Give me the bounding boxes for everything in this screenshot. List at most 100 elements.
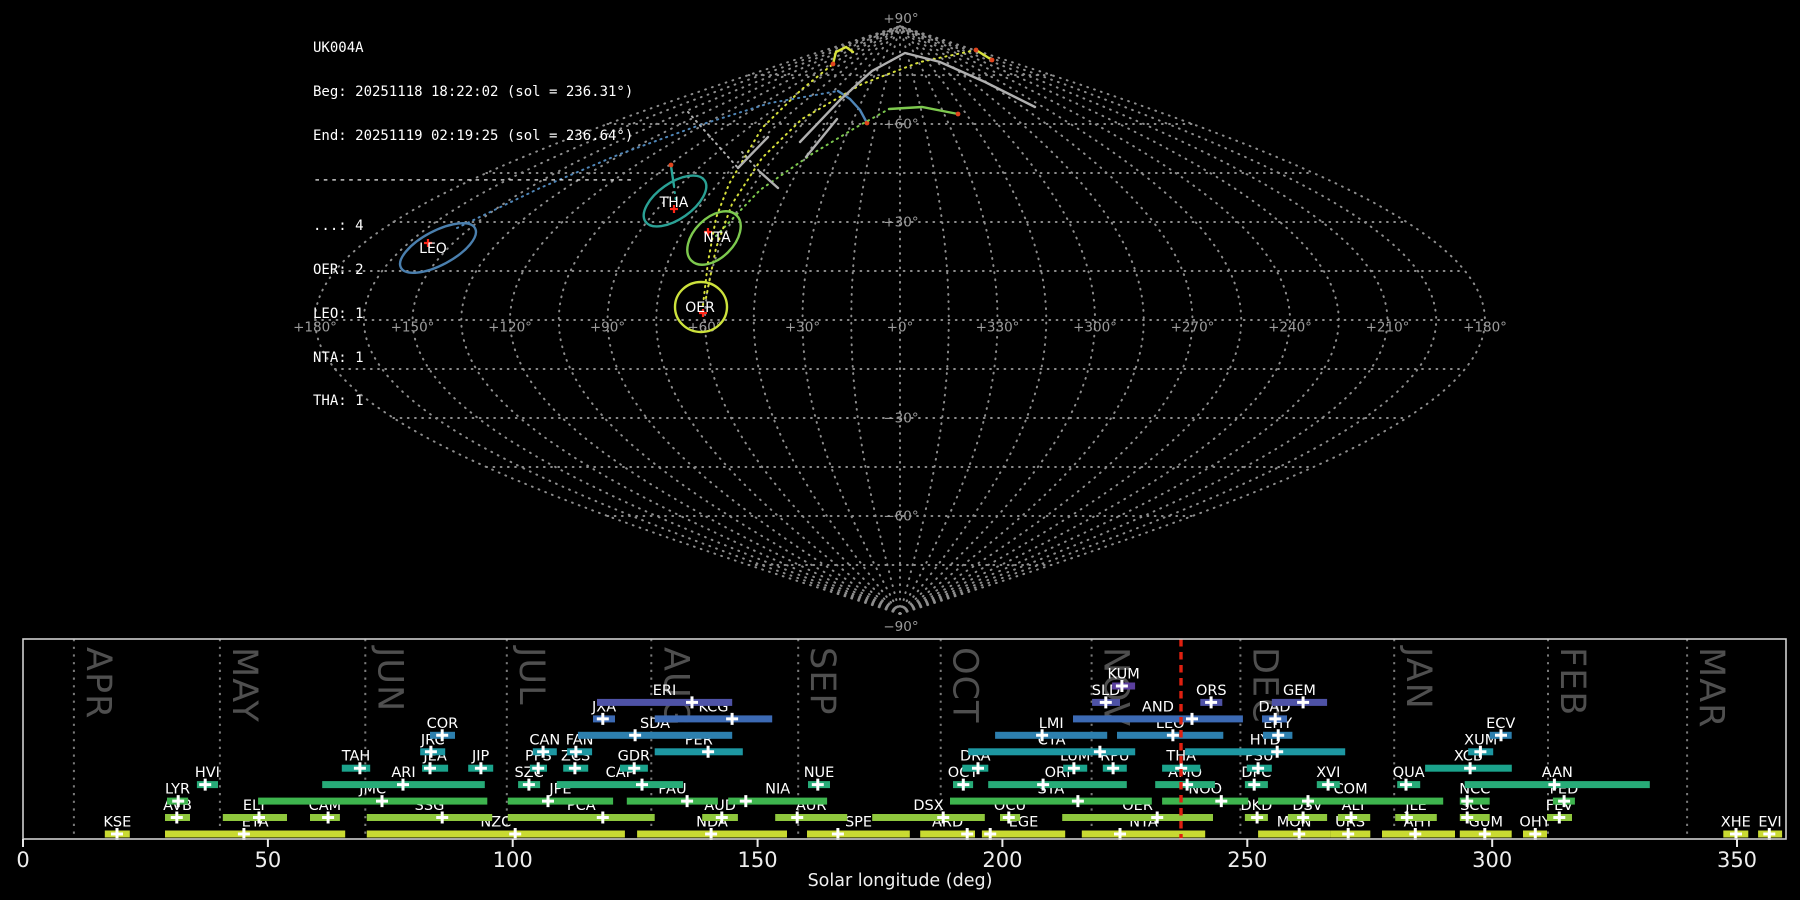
axis-tick-label: 100 (493, 848, 533, 872)
sporadic-4-track (758, 170, 780, 190)
meteor-station-plot: +180° +150° +120° +90° +60° +30° +0° +330° +300°… (0, 0, 1800, 900)
longitude-label: +30° (785, 320, 820, 336)
shower-label-AAN: AAN (1542, 765, 1573, 781)
shower-bar-AND (1073, 715, 1243, 723)
shower-label-ERI: ERI (653, 683, 677, 699)
shower-label-NIA: NIA (765, 782, 790, 798)
longitude-label: +0° (887, 320, 914, 336)
shower-label-QUA: QUA (1393, 765, 1425, 781)
shower-bar-JMC (258, 797, 488, 805)
shower-bar-DSX (872, 814, 985, 821)
month-label-FEB: FEB (1552, 647, 1592, 716)
shower-label-LYR: LYR (165, 782, 190, 798)
graticule-meridian (899, 25, 1194, 615)
OER-meteor-2-trail (705, 49, 977, 299)
shower-bar-KCG (654, 715, 773, 723)
count-oer: OER: 2 (313, 262, 364, 279)
shower-label-HVI: HVI (195, 765, 220, 781)
shower-bar-PAU (626, 797, 718, 805)
shower-bar-CTA (968, 748, 1136, 756)
station-info-block: UK004A Beg: 20251118 18:22:02 (sol = 236… (313, 12, 633, 438)
shower-label-NUE: NUE (804, 765, 835, 781)
shower-bar-NTA (1081, 830, 1206, 838)
radiant-label-THA: THA (659, 195, 689, 211)
shower-bar-COM (1258, 797, 1444, 805)
peak-marker-CAP (636, 778, 648, 791)
longitude-label: +180° (1463, 320, 1507, 336)
shower-label-EVI: EVI (1758, 815, 1781, 831)
shower-bar-LMI (995, 731, 1108, 739)
latitude-label: −30° (883, 410, 918, 426)
observation-end: End: 20251119 02:19:25 (sol = 236.64°) (313, 127, 634, 144)
longitude-label: +210° (1366, 320, 1410, 336)
shower-label-SPE: SPE (845, 815, 872, 831)
month-label-SEP: SEP (802, 647, 842, 715)
latitude-label: +60° (883, 117, 918, 133)
shower-bar-NZC (366, 830, 625, 838)
station-id: UK004A (313, 40, 364, 57)
radiant-label-OER: OER (685, 300, 715, 316)
observation-begin: Beg: 20251118 18:22:02 (sol = 236.31°) (313, 83, 634, 100)
peak-marker-STA (1071, 795, 1084, 808)
peak-marker-AND (1186, 712, 1198, 725)
longitude-label: +270° (1171, 320, 1215, 336)
count-sporadic: ...: 4 (313, 218, 364, 235)
shower-label-TAH: TAH (341, 749, 371, 765)
shower-bar-ORI (988, 781, 1127, 789)
shower-bar-JPE (507, 797, 614, 805)
shower-bar-SSG (366, 814, 493, 821)
latitude-label: −90° (883, 619, 918, 635)
axis-tick-label: 50 (255, 848, 282, 872)
month-label-APR: APR (78, 647, 118, 719)
longitude-label: +240° (1268, 320, 1312, 336)
shower-bar-ETA (165, 830, 346, 838)
month-label-JUN: JUN (369, 645, 409, 712)
shower-bar-OER (1062, 814, 1213, 821)
month-label-MAR: MAR (1691, 647, 1731, 728)
shower-label-GEM: GEM (1283, 683, 1316, 699)
x-axis-title: Solar longitude (deg) (808, 871, 993, 891)
activity-timeline-chart: APR MAY JUN JUL AUG SEP OCT NOV DEC JAN FEB MARKSE E… (16, 638, 1787, 872)
shower-label-XHE: XHE (1721, 815, 1751, 831)
month-label-JAN: JAN (1398, 645, 1438, 710)
axis-tick-label: 300 (1472, 848, 1512, 872)
shower-label-COR: COR (427, 716, 459, 732)
shower-label-GDR: GDR (618, 749, 650, 765)
shower-label-ARI: ARI (391, 765, 415, 781)
shower-bar-NOO (1162, 797, 1249, 805)
latitude-label: +90° (883, 11, 918, 27)
shower-label-ECV: ECV (1486, 716, 1515, 732)
shower-label-KSE: KSE (103, 815, 131, 831)
shower-label-KUM: KUM (1107, 667, 1139, 683)
shower-bar-STA (950, 797, 1152, 805)
OER-meteor-1-endpoint (830, 61, 836, 67)
shower-bar-PCA (507, 814, 655, 821)
longitude-label: +300° (1073, 320, 1117, 336)
NTA-meteor-endpoint (955, 111, 961, 117)
latitude-label: −60° (883, 508, 918, 524)
LEO-meteor-track (836, 89, 869, 125)
axis-tick-label: 200 (982, 848, 1022, 872)
axis-tick-label: 350 (1717, 848, 1757, 872)
longitude-label: +330° (976, 320, 1020, 336)
count-tha: THA: 1 (313, 393, 364, 410)
peak-marker-PCA (596, 811, 609, 824)
month-label-MAY: MAY (224, 647, 264, 723)
shower-bar-AUR (775, 814, 848, 821)
sporadic-3-track (804, 117, 839, 159)
latitude-label: +30° (883, 215, 918, 231)
shower-bar-HYD (1185, 748, 1346, 756)
shower-label-OHY: OHY (1519, 815, 1550, 831)
shower-bar-ERI (597, 698, 733, 706)
month-label-JUL: JUL (511, 645, 551, 705)
shower-label-LMI: LMI (1039, 716, 1064, 732)
shower-label-CAN: CAN (529, 732, 560, 748)
separator-line: -------------------------------------- (313, 171, 634, 188)
count-nta: NTA: 1 (313, 349, 364, 366)
shower-label-DSX: DSX (913, 798, 943, 814)
OER-meteor-2-endpoint (973, 47, 979, 53)
shower-label-AND: AND (1142, 699, 1174, 715)
graticule-meridian (899, 25, 1048, 615)
shower-bar-PER (654, 748, 743, 756)
shower-label-JIP: JIP (471, 749, 490, 765)
